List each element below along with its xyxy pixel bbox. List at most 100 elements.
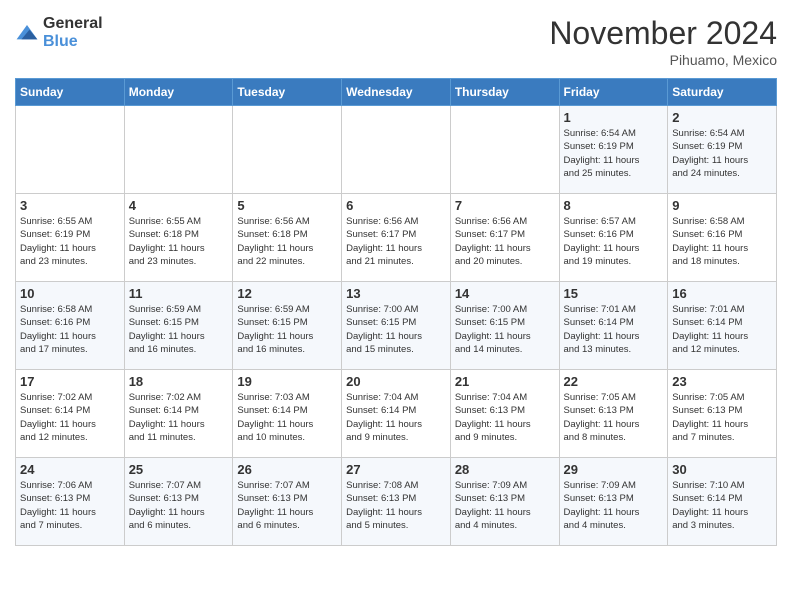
- calendar-cell-2-4: 14 Sunrise: 7:00 AM Sunset: 6:15 PM Dayli…: [450, 282, 559, 370]
- calendar-cell-0-0: [16, 106, 125, 194]
- day-number: 13: [346, 286, 446, 301]
- day-number: 1: [564, 110, 664, 125]
- day-info: Sunrise: 7:08 AM Sunset: 6:13 PM Dayligh…: [346, 479, 446, 532]
- calendar-cell-0-2: [233, 106, 342, 194]
- day-info: Sunrise: 6:58 AM Sunset: 6:16 PM Dayligh…: [672, 215, 772, 268]
- day-info: Sunrise: 7:06 AM Sunset: 6:13 PM Dayligh…: [20, 479, 120, 532]
- day-info: Sunrise: 6:59 AM Sunset: 6:15 PM Dayligh…: [237, 303, 337, 356]
- day-info: Sunrise: 7:04 AM Sunset: 6:13 PM Dayligh…: [455, 391, 555, 444]
- calendar-cell-2-1: 11Sunrise: 6:59 AM Sunset: 6:15 PM Dayli…: [124, 282, 233, 370]
- day-info: Sunrise: 6:54 AM Sunset: 6:19 PM Dayligh…: [672, 127, 772, 180]
- day-number: 4: [129, 198, 229, 213]
- day-number: 2: [672, 110, 772, 125]
- day-info: Sunrise: 7:04 AM Sunset: 6:14 PM Dayligh…: [346, 391, 446, 444]
- day-info: Sunrise: 7:05 AM Sunset: 6:13 PM Dayligh…: [564, 391, 664, 444]
- calendar-cell-3-3: 20Sunrise: 7:04 AM Sunset: 6:14 PM Dayli…: [342, 370, 451, 458]
- day-number: 16: [672, 286, 772, 301]
- day-number: 3: [20, 198, 120, 213]
- logo: General Blue: [15, 15, 103, 51]
- calendar-week-1: 3 Sunrise: 6:55 AM Sunset: 6:19 PM Daylig…: [16, 194, 777, 282]
- col-saturday: Saturday: [668, 79, 777, 106]
- calendar-cell-4-5: 29Sunrise: 7:09 AM Sunset: 6:13 PM Dayli…: [559, 458, 668, 546]
- day-info: Sunrise: 6:56 AM Sunset: 6:17 PM Dayligh…: [455, 215, 555, 268]
- calendar-cell-0-6: 2 Sunrise: 6:54 AM Sunset: 6:19 PM Daylig…: [668, 106, 777, 194]
- calendar-week-3: 17 Sunrise: 7:02 AM Sunset: 6:14 PM Dayli…: [16, 370, 777, 458]
- calendar-cell-4-4: 28 Sunrise: 7:09 AM Sunset: 6:13 PM Dayli…: [450, 458, 559, 546]
- calendar-cell-4-2: 26 Sunrise: 7:07 AM Sunset: 6:13 PM Dayli…: [233, 458, 342, 546]
- calendar-cell-3-0: 17 Sunrise: 7:02 AM Sunset: 6:14 PM Dayli…: [16, 370, 125, 458]
- calendar-cell-2-0: 10Sunrise: 6:58 AM Sunset: 6:16 PM Dayli…: [16, 282, 125, 370]
- logo-icon: [15, 23, 39, 43]
- day-number: 8: [564, 198, 664, 213]
- calendar-week-4: 24Sunrise: 7:06 AM Sunset: 6:13 PM Dayli…: [16, 458, 777, 546]
- day-number: 15: [564, 286, 664, 301]
- day-info: Sunrise: 7:02 AM Sunset: 6:14 PM Dayligh…: [129, 391, 229, 444]
- logo-general-text: General: [43, 15, 103, 32]
- calendar-cell-3-2: 19 Sunrise: 7:03 AM Sunset: 6:14 PM Dayli…: [233, 370, 342, 458]
- calendar-cell-2-3: 13Sunrise: 7:00 AM Sunset: 6:15 PM Dayli…: [342, 282, 451, 370]
- day-number: 27: [346, 462, 446, 477]
- day-info: Sunrise: 7:02 AM Sunset: 6:14 PM Dayligh…: [20, 391, 120, 444]
- day-number: 19: [237, 374, 337, 389]
- day-info: Sunrise: 6:58 AM Sunset: 6:16 PM Dayligh…: [20, 303, 120, 356]
- col-tuesday: Tuesday: [233, 79, 342, 106]
- day-number: 5: [237, 198, 337, 213]
- calendar-cell-2-5: 15 Sunrise: 7:01 AM Sunset: 6:14 PM Dayli…: [559, 282, 668, 370]
- day-info: Sunrise: 6:56 AM Sunset: 6:18 PM Dayligh…: [237, 215, 337, 268]
- calendar-cell-1-4: 7Sunrise: 6:56 AM Sunset: 6:17 PM Daylig…: [450, 194, 559, 282]
- calendar-week-2: 10Sunrise: 6:58 AM Sunset: 6:16 PM Dayli…: [16, 282, 777, 370]
- day-info: Sunrise: 7:05 AM Sunset: 6:13 PM Dayligh…: [672, 391, 772, 444]
- day-info: Sunrise: 7:00 AM Sunset: 6:15 PM Dayligh…: [455, 303, 555, 356]
- calendar-cell-4-0: 24Sunrise: 7:06 AM Sunset: 6:13 PM Dayli…: [16, 458, 125, 546]
- calendar-body: 1 Sunrise: 6:54 AM Sunset: 6:19 PM Daylig…: [16, 106, 777, 546]
- day-info: Sunrise: 6:56 AM Sunset: 6:17 PM Dayligh…: [346, 215, 446, 268]
- calendar-cell-0-3: [342, 106, 451, 194]
- calendar-cell-2-2: 12 Sunrise: 6:59 AM Sunset: 6:15 PM Dayli…: [233, 282, 342, 370]
- day-number: 30: [672, 462, 772, 477]
- day-info: Sunrise: 7:03 AM Sunset: 6:14 PM Dayligh…: [237, 391, 337, 444]
- day-number: 25: [129, 462, 229, 477]
- day-info: Sunrise: 6:59 AM Sunset: 6:15 PM Dayligh…: [129, 303, 229, 356]
- day-info: Sunrise: 7:09 AM Sunset: 6:13 PM Dayligh…: [455, 479, 555, 532]
- calendar-cell-1-3: 6 Sunrise: 6:56 AM Sunset: 6:17 PM Daylig…: [342, 194, 451, 282]
- day-info: Sunrise: 7:07 AM Sunset: 6:13 PM Dayligh…: [237, 479, 337, 532]
- day-info: Sunrise: 7:07 AM Sunset: 6:13 PM Dayligh…: [129, 479, 229, 532]
- header-row: Sunday Monday Tuesday Wednesday Thursday…: [16, 79, 777, 106]
- calendar-cell-3-4: 21Sunrise: 7:04 AM Sunset: 6:13 PM Dayli…: [450, 370, 559, 458]
- calendar-cell-3-1: 18 Sunrise: 7:02 AM Sunset: 6:14 PM Dayli…: [124, 370, 233, 458]
- day-info: Sunrise: 6:57 AM Sunset: 6:16 PM Dayligh…: [564, 215, 664, 268]
- logo-blue-text: Blue: [43, 33, 78, 50]
- day-number: 17: [20, 374, 120, 389]
- calendar-cell-3-6: 23 Sunrise: 7:05 AM Sunset: 6:13 PM Dayli…: [668, 370, 777, 458]
- day-number: 18: [129, 374, 229, 389]
- calendar-cell-3-5: 22 Sunrise: 7:05 AM Sunset: 6:13 PM Dayli…: [559, 370, 668, 458]
- day-info: Sunrise: 6:55 AM Sunset: 6:19 PM Dayligh…: [20, 215, 120, 268]
- day-number: 9: [672, 198, 772, 213]
- day-info: Sunrise: 7:01 AM Sunset: 6:14 PM Dayligh…: [672, 303, 772, 356]
- day-number: 12: [237, 286, 337, 301]
- calendar-cell-1-5: 8 Sunrise: 6:57 AM Sunset: 6:16 PM Daylig…: [559, 194, 668, 282]
- calendar-cell-4-1: 25 Sunrise: 7:07 AM Sunset: 6:13 PM Dayli…: [124, 458, 233, 546]
- day-info: Sunrise: 7:09 AM Sunset: 6:13 PM Dayligh…: [564, 479, 664, 532]
- col-sunday: Sunday: [16, 79, 125, 106]
- day-number: 14: [455, 286, 555, 301]
- calendar-cell-1-6: 9 Sunrise: 6:58 AM Sunset: 6:16 PM Daylig…: [668, 194, 777, 282]
- day-number: 28: [455, 462, 555, 477]
- col-thursday: Thursday: [450, 79, 559, 106]
- calendar-cell-4-6: 30 Sunrise: 7:10 AM Sunset: 6:14 PM Dayli…: [668, 458, 777, 546]
- day-number: 22: [564, 374, 664, 389]
- page-header: General Blue November 2024 Pihuamo, Mexi…: [15, 15, 777, 68]
- day-number: 6: [346, 198, 446, 213]
- calendar-cell-1-1: 4Sunrise: 6:55 AM Sunset: 6:18 PM Daylig…: [124, 194, 233, 282]
- day-number: 23: [672, 374, 772, 389]
- calendar-week-0: 1 Sunrise: 6:54 AM Sunset: 6:19 PM Daylig…: [16, 106, 777, 194]
- day-info: Sunrise: 7:10 AM Sunset: 6:14 PM Dayligh…: [672, 479, 772, 532]
- day-number: 26: [237, 462, 337, 477]
- day-info: Sunrise: 7:01 AM Sunset: 6:14 PM Dayligh…: [564, 303, 664, 356]
- calendar-cell-0-5: 1Sunrise: 6:54 AM Sunset: 6:19 PM Daylig…: [559, 106, 668, 194]
- calendar-cell-4-3: 27 Sunrise: 7:08 AM Sunset: 6:13 PM Dayli…: [342, 458, 451, 546]
- calendar-cell-0-1: [124, 106, 233, 194]
- location-subtitle: Pihuamo, Mexico: [549, 52, 777, 68]
- title-block: November 2024 Pihuamo, Mexico: [549, 15, 777, 68]
- col-friday: Friday: [559, 79, 668, 106]
